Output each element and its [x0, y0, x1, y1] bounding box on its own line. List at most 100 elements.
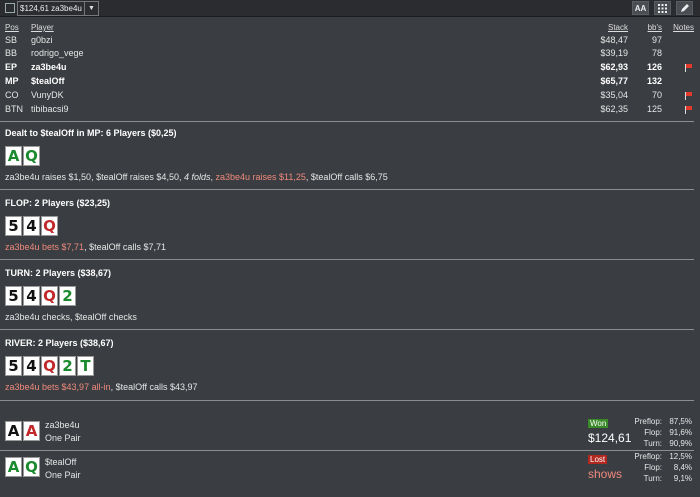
action-highlight: za3be4u bets $43,97 all-in: [5, 382, 111, 392]
hand-dropdown-value: $124,61 za3be4u: [20, 4, 82, 13]
player-pos: MP: [5, 76, 19, 86]
player-row[interactable]: CO VunyDK $35,04 70: [0, 90, 700, 102]
player-name: $tealOff: [31, 76, 65, 86]
font-size-button[interactable]: AA: [632, 1, 649, 15]
header-stack[interactable]: Stack: [608, 23, 628, 32]
equity-value: 12,5%: [669, 452, 692, 461]
player-bbs: 97: [651, 35, 662, 45]
flag-icon[interactable]: [684, 106, 693, 114]
action-text: , $tealOff calls $43,97: [110, 382, 198, 392]
card: Q: [23, 457, 40, 477]
player-stack: $48,47: [600, 35, 628, 45]
card: Q: [41, 286, 58, 306]
divider: [0, 259, 694, 260]
player-stack: $62,35: [600, 104, 628, 114]
select-checkbox[interactable]: [5, 3, 15, 13]
player-pos: BTN: [5, 104, 23, 114]
player-stack: $39,19: [600, 48, 628, 58]
header-bbs[interactable]: bb's: [648, 23, 662, 32]
equity-label: Turn:: [643, 474, 662, 483]
turn-title: TURN: 2 Players ($38,67): [5, 268, 112, 278]
player-stack: $65,77: [600, 76, 628, 86]
card: 5: [5, 286, 22, 306]
player-bbs: 125: [646, 104, 662, 114]
equity-value: 90,9%: [669, 439, 692, 448]
player-row[interactable]: BB rodrigo_vege $39,19 78: [0, 48, 700, 60]
showdown-player: $tealOff: [45, 457, 77, 467]
chevron-down-icon[interactable]: ▼: [84, 2, 98, 15]
won-amount: $124,61: [588, 431, 632, 445]
player-pos: EP: [5, 62, 18, 72]
header-player[interactable]: Player: [31, 23, 54, 32]
divider: [0, 329, 694, 330]
card: A: [23, 421, 40, 441]
turn-cards: 5 4 Q 2: [5, 286, 76, 306]
player-stack: $62,93: [600, 62, 628, 72]
action-text: , $tealOff calls $7,71: [84, 242, 166, 252]
showdown-cards: A A: [5, 421, 40, 441]
player-row[interactable]: SB g0bzi $48,47 97: [0, 35, 700, 47]
lost-badge: Lost: [588, 455, 608, 464]
preflop-title: Dealt to $tealOff in MP: 6 Players ($0,2…: [5, 128, 177, 138]
grid-icon[interactable]: [654, 1, 671, 15]
river-title: RIVER: 2 Players ($38,67): [5, 338, 114, 348]
player-bbs: 78: [651, 48, 662, 58]
shows-label: shows: [588, 467, 623, 481]
card: Q: [41, 356, 58, 376]
player-pos: BB: [5, 48, 18, 58]
player-name: VunyDK: [31, 90, 64, 100]
showdown-hand: One Pair: [45, 433, 81, 443]
equity-value: 9,1%: [673, 474, 692, 483]
equity-value: 8,4%: [673, 463, 692, 472]
flop-cards: 5 4 Q: [5, 216, 58, 236]
turn-action: za3be4u checks, $tealOff checks: [5, 312, 137, 322]
equity-label: Turn:: [643, 439, 662, 448]
card: 4: [23, 356, 40, 376]
card: 5: [5, 356, 22, 376]
divider: [0, 400, 694, 401]
flag-icon[interactable]: [684, 92, 693, 100]
river-action: za3be4u bets $43,97 all-in, $tealOff cal…: [5, 382, 197, 392]
card: A: [5, 421, 22, 441]
flop-title: FLOP: 2 Players ($23,25): [5, 198, 111, 208]
preflop-action: za3be4u raises $1,50, $tealOff raises $4…: [5, 172, 388, 182]
flag-icon[interactable]: [684, 64, 693, 72]
toolbar: $124,61 za3be4u ▼ AA: [0, 0, 700, 17]
player-row[interactable]: BTN tibibacsi9 $62,35 125: [0, 104, 700, 116]
hand-dropdown[interactable]: $124,61 za3be4u ▼: [17, 1, 99, 16]
player-name: tibibacsi9: [31, 104, 69, 114]
card: 4: [23, 286, 40, 306]
showdown-cards: A Q: [5, 457, 40, 477]
header-notes[interactable]: Notes: [673, 23, 694, 32]
player-bbs: 70: [651, 90, 662, 100]
player-name: rodrigo_vege: [31, 48, 84, 58]
equity-label: Preflop:: [634, 452, 662, 461]
pencil-icon[interactable]: [676, 1, 693, 15]
equity-label: Flop:: [644, 463, 662, 472]
player-row[interactable]: EP za3be4u $62,93 126: [0, 62, 700, 74]
player-pos: SB: [5, 35, 18, 45]
action-text: , $tealOff calls $6,75: [305, 172, 388, 182]
player-name: g0bzi: [31, 35, 53, 45]
card: Q: [41, 216, 58, 236]
showdown-player: za3be4u: [45, 420, 80, 430]
card: A: [5, 457, 22, 477]
showdown-hand: One Pair: [45, 470, 81, 480]
equity-label: Preflop:: [634, 417, 662, 426]
card: T: [77, 356, 94, 376]
header-pos[interactable]: Pos: [5, 23, 19, 32]
won-badge: Won: [588, 419, 609, 428]
player-pos: CO: [5, 90, 19, 100]
player-stack: $35,04: [600, 90, 628, 100]
card: A: [5, 146, 22, 166]
hole-cards: A Q: [5, 146, 40, 166]
card: 4: [23, 216, 40, 236]
action-text: za3be4u raises $1,50, $tealOff raises $4…: [5, 172, 184, 182]
equity-value: 91,6%: [669, 428, 692, 437]
player-row[interactable]: MP $tealOff $65,77 132: [0, 76, 700, 88]
river-cards: 5 4 Q 2 T: [5, 356, 94, 376]
card: 2: [59, 356, 76, 376]
action-folds: 4 folds: [183, 172, 211, 182]
equity-label: Flop:: [644, 428, 662, 437]
player-name: za3be4u: [31, 62, 67, 72]
